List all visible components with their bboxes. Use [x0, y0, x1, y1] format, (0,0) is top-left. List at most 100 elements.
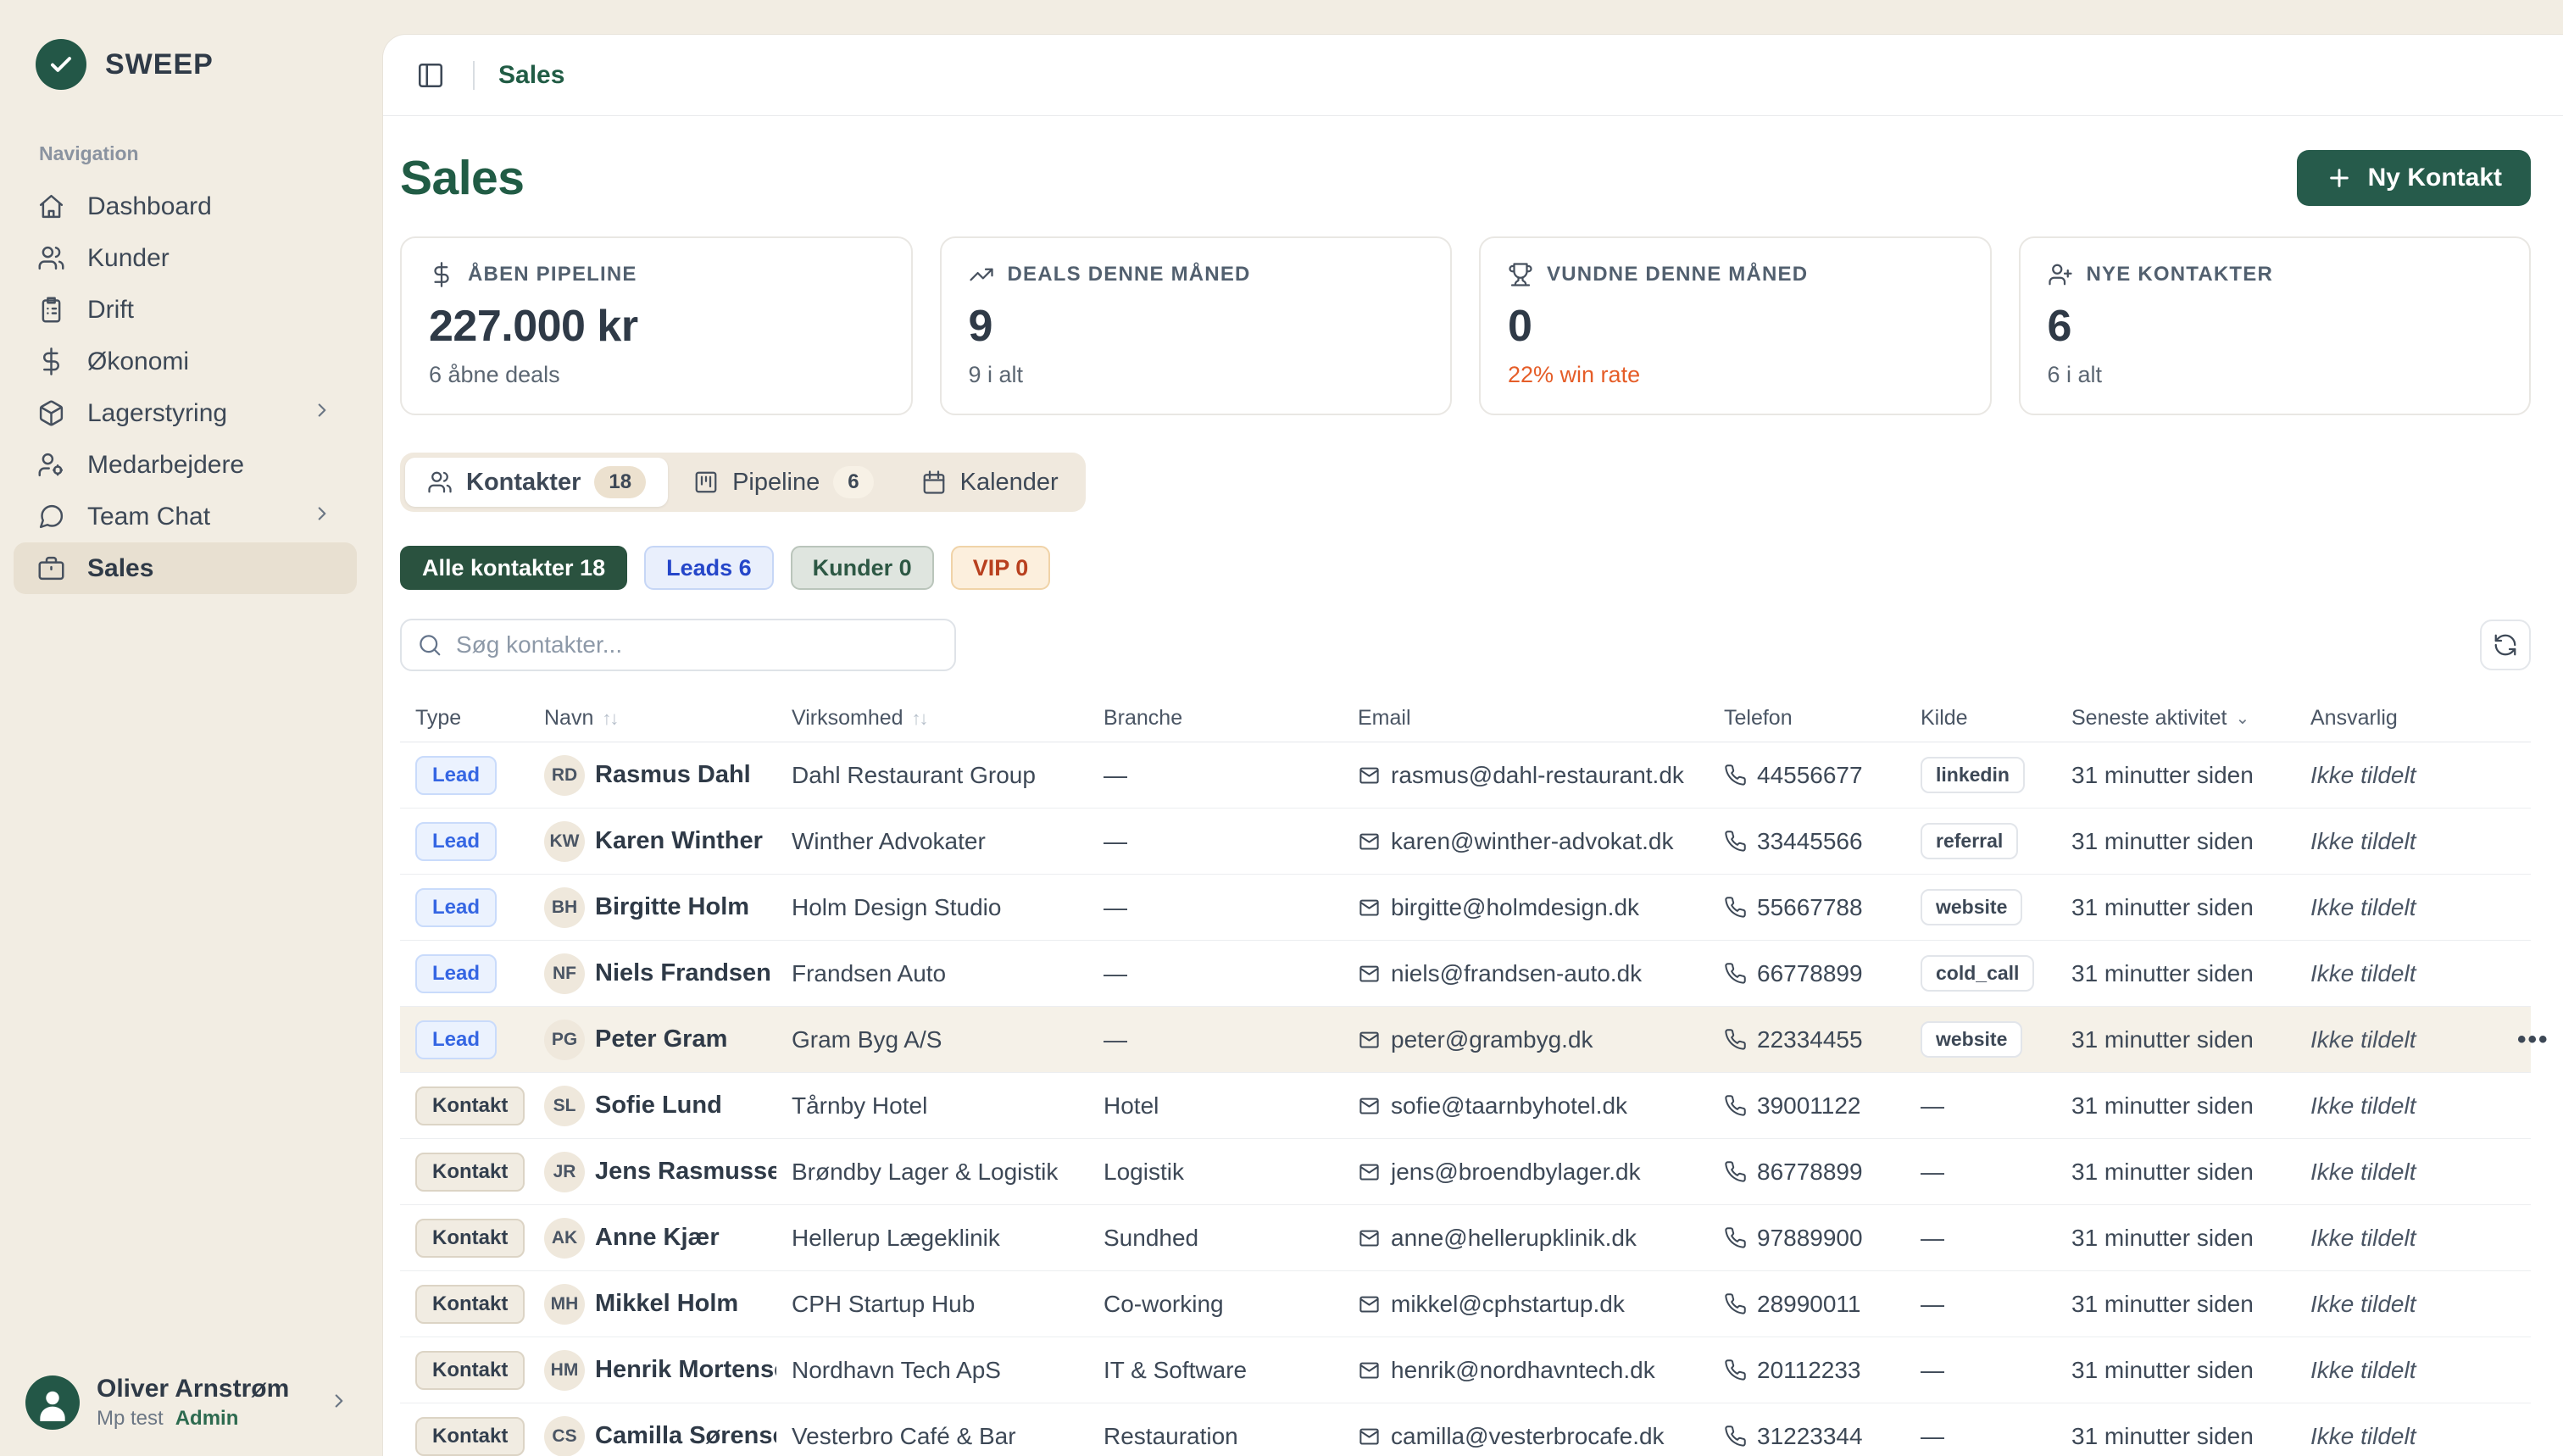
sidebar-item-drift[interactable]: Drift [14, 284, 357, 336]
kanban-icon [693, 470, 719, 495]
user-menu[interactable]: Oliver Arnstrøm Mp testAdmin [25, 1375, 350, 1431]
sidebar-item-dashboard[interactable]: Dashboard [14, 181, 357, 232]
contact-name: Birgitte Holm [595, 893, 749, 921]
avatar: BH [544, 887, 585, 928]
email-cell: anne@hellerupklinik.dk [1343, 1225, 1709, 1252]
sidebar-item-sales[interactable]: Sales [14, 542, 357, 594]
mail-icon [1358, 1425, 1381, 1448]
sidebar-item-label: Team Chat [87, 503, 210, 531]
divider [473, 61, 475, 90]
filter-kunder[interactable]: Kunder 0 [791, 546, 934, 590]
sidebar-item-team-chat[interactable]: Team Chat [14, 491, 357, 542]
table-row[interactable]: Lead RD Rasmus Dahl Dahl Restaurant Grou… [400, 742, 2531, 809]
table-row[interactable]: Lead KW Karen Winther Winther Advokater … [400, 809, 2531, 875]
type-badge: Kontakt [415, 1351, 525, 1390]
avatar: RD [544, 755, 585, 796]
sidebar-item-label: Dashboard [87, 192, 212, 221]
sidebar-item-lagerstyring[interactable]: Lagerstyring [14, 387, 357, 439]
table-row[interactable]: Kontakt JR Jens Rasmussen Brøndby Lager … [400, 1139, 2531, 1205]
filter-vip[interactable]: VIP 0 [951, 546, 1051, 590]
chevron-right-icon [311, 503, 333, 531]
avatar: AK [544, 1218, 585, 1259]
phone-icon [1724, 896, 1747, 919]
kilde-cell: website [1905, 1021, 2056, 1058]
table-row[interactable]: Lead NF Niels Frandsen Frandsen Auto — n… [400, 941, 2531, 1007]
table-row[interactable]: Kontakt SL Sofie Lund Tårnby Hotel Hotel… [400, 1073, 2531, 1139]
home-icon [37, 192, 65, 220]
stat-subtext: 6 i alt [2048, 362, 2503, 388]
activity-cell: 31 minutter siden [2056, 1026, 2295, 1053]
tab-pipeline[interactable]: Pipeline 6 [671, 458, 896, 507]
kilde-cell: — [1905, 1291, 2056, 1318]
tab-kontakter[interactable]: Kontakter 18 [405, 458, 668, 507]
sidebar: SWEEP Navigation Dashboard Kunder Drift … [0, 0, 370, 1456]
new-contact-button[interactable]: Ny Kontakt [2297, 150, 2531, 206]
brand-name: SWEEP [105, 48, 214, 81]
company-cell: Tårnby Hotel [776, 1092, 1088, 1120]
branche-cell: — [1088, 1026, 1343, 1053]
filter-leads[interactable]: Leads 6 [644, 546, 774, 590]
table-row[interactable]: Kontakt HM Henrik Mortensen Nordhavn Tec… [400, 1337, 2531, 1403]
filter-all-contacts[interactable]: Alle kontakter 18 [400, 546, 627, 590]
branche-cell: Restauration [1088, 1423, 1343, 1450]
refresh-button[interactable] [2480, 620, 2531, 670]
kilde-cell: — [1905, 1423, 2056, 1450]
view-tabs: Kontakter 18 Pipeline 6 Kalender [400, 453, 1086, 512]
sidebar-item-okonomi[interactable]: Økonomi [14, 336, 357, 387]
stat-subtext-win-rate: 22% win rate [1508, 362, 1963, 388]
contact-name: Rasmus Dahl [595, 761, 751, 789]
kilde-cell: — [1905, 1159, 2056, 1186]
column-header-navn[interactable]: Navn↑↓ [529, 706, 776, 731]
kilde-cell: linkedin [1905, 757, 2056, 793]
sidebar-item-label: Lagerstyring [87, 399, 227, 428]
activity-cell: 31 minutter siden [2056, 1291, 2295, 1318]
table-row[interactable]: Kontakt AK Anne Kjær Hellerup Lægeklinik… [400, 1205, 2531, 1271]
company-cell: Holm Design Studio [776, 894, 1088, 921]
assignee-cell: Ikke tildelt [2295, 828, 2502, 855]
email-cell: rasmus@dahl-restaurant.dk [1343, 762, 1709, 789]
activity-cell: 31 minutter siden [2056, 1225, 2295, 1252]
stat-card-won: VUNDNE DENNE MÅNED 0 22% win rate [1479, 236, 1992, 415]
stat-value: 6 [2048, 301, 2503, 352]
table-row[interactable]: Kontakt CS Camilla Sørensen Vesterbro Ca… [400, 1403, 2531, 1456]
phone-cell: 31223344 [1709, 1423, 1905, 1450]
email-cell: henrik@nordhavntech.dk [1343, 1357, 1709, 1384]
sidebar-nav: Dashboard Kunder Drift Økonomi Lagerstyr… [0, 181, 370, 594]
table-row[interactable]: Kontakt MH Mikkel Holm CPH Startup Hub C… [400, 1271, 2531, 1337]
phone-icon [1724, 962, 1747, 985]
trophy-icon [1508, 262, 1533, 287]
kilde-cell: — [1905, 1357, 2056, 1384]
mail-icon [1358, 764, 1381, 786]
branche-cell: — [1088, 762, 1343, 789]
column-header-virksomhed[interactable]: Virksomhed↑↓ [776, 706, 1088, 731]
user-gear-icon [37, 451, 65, 479]
contacts-table-body: Lead RD Rasmus Dahl Dahl Restaurant Grou… [400, 742, 2531, 1456]
sidebar-toggle-button[interactable] [412, 57, 449, 94]
table-row[interactable]: Lead BH Birgitte Holm Holm Design Studio… [400, 875, 2531, 941]
main-area: Sales Sales Ny Kontakt ÅBEN PIPELINE 227… [370, 0, 2563, 1456]
contact-name: Anne Kjær [595, 1224, 720, 1252]
activity-cell: 31 minutter siden [2056, 1159, 2295, 1186]
sidebar-item-medarbejdere[interactable]: Medarbejdere [14, 439, 357, 491]
chevron-right-icon [311, 399, 333, 428]
column-header-seneste-aktivitet[interactable]: Seneste aktivitet⌄ [2056, 706, 2295, 731]
brand-logo: SWEEP [0, 0, 370, 90]
tab-kalender[interactable]: Kalender [899, 458, 1081, 507]
branche-cell: — [1088, 828, 1343, 855]
row-menu-button[interactable]: ••• [2517, 1025, 2549, 1054]
avatar [25, 1375, 80, 1430]
type-badge: Kontakt [415, 1153, 525, 1192]
table-row[interactable]: Lead PG Peter Gram Gram Byg A/S — peter@… [400, 1007, 2531, 1073]
chevron-right-icon [328, 1390, 350, 1416]
user-plus-icon [2048, 262, 2073, 287]
company-cell: Hellerup Lægeklinik [776, 1225, 1088, 1252]
stat-label: DEALS DENNE MÅNED [1008, 263, 1251, 286]
sidebar-item-kunder[interactable]: Kunder [14, 232, 357, 284]
contact-name: Henrik Mortensen [595, 1356, 776, 1384]
mail-icon [1358, 1359, 1381, 1381]
tab-count-badge: 18 [594, 466, 646, 498]
branche-cell: — [1088, 960, 1343, 987]
trending-up-icon [969, 262, 994, 287]
search-input[interactable] [400, 619, 956, 671]
phone-icon [1724, 1292, 1747, 1315]
